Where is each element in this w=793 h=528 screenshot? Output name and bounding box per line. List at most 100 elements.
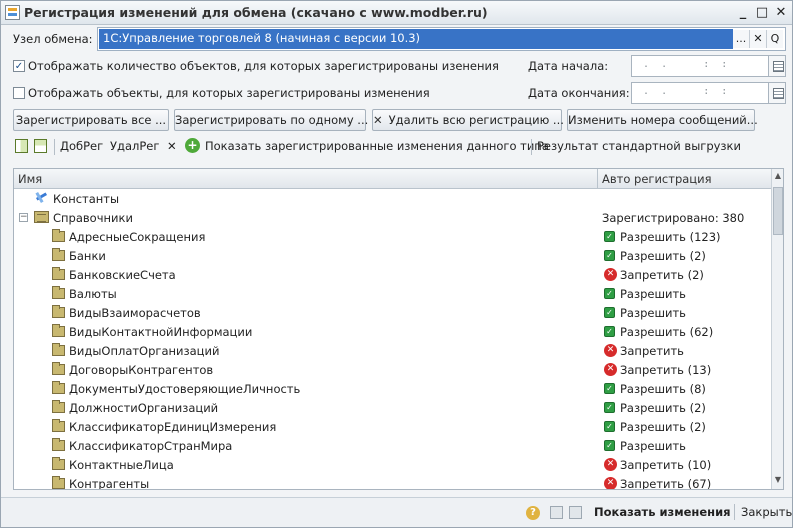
catalog-row[interactable]: БанковскиеСчета ✕ Запретить (2) bbox=[14, 266, 771, 285]
vertical-scrollbar[interactable]: ▲ ▼ bbox=[771, 169, 783, 489]
show-objects-checkbox[interactable] bbox=[13, 87, 25, 99]
print-icon[interactable] bbox=[550, 506, 563, 519]
catalog-row[interactable]: ВидыОплатОрганизаций ✕ Запретить bbox=[14, 342, 771, 361]
folder-icon bbox=[52, 438, 65, 451]
title-bar: Регистрация изменений для обмена (скачан… bbox=[1, 1, 792, 25]
calendar-icon-start[interactable] bbox=[768, 55, 786, 77]
show-count-checkbox[interactable]: ✓ bbox=[13, 60, 25, 72]
catalog-name: КлассификаторСтранМира bbox=[69, 439, 233, 453]
constants-row[interactable]: Константы bbox=[14, 190, 771, 209]
scroll-thumb[interactable] bbox=[773, 187, 783, 235]
folder-icon bbox=[52, 476, 65, 489]
auto-registration-value[interactable]: Разрешить (123) bbox=[620, 230, 721, 244]
collapse-icon[interactable]: − bbox=[19, 213, 28, 222]
catalog-row[interactable]: Валюты ✓ Разрешить bbox=[14, 285, 771, 304]
tree-expand-icon[interactable] bbox=[15, 139, 28, 153]
folder-icon bbox=[52, 267, 65, 280]
auto-registration-value[interactable]: Запретить (2) bbox=[620, 268, 704, 282]
allow-check-icon: ✓ bbox=[604, 402, 615, 413]
tree-collapse-icon[interactable] bbox=[34, 139, 47, 153]
scroll-up-icon[interactable]: ▲ bbox=[772, 169, 783, 183]
minimize-button[interactable]: _ bbox=[735, 4, 751, 21]
toolbar-separator bbox=[531, 139, 532, 155]
folder-icon bbox=[52, 229, 65, 242]
date-start-label: Дата начала: bbox=[528, 59, 609, 73]
allow-check-icon: ✓ bbox=[604, 307, 615, 318]
catalog-row[interactable]: КлассификаторСтранМира ✓ Разрешить bbox=[14, 437, 771, 456]
auto-registration-value[interactable]: Разрешить bbox=[620, 439, 686, 453]
catalog-row[interactable]: ДоговорыКонтрагентов ✕ Запретить (13) bbox=[14, 361, 771, 380]
auto-registration-value[interactable]: Разрешить (8) bbox=[620, 382, 706, 396]
auto-registration-value[interactable]: Разрешить bbox=[620, 287, 686, 301]
catalog-name: Валюты bbox=[69, 287, 117, 301]
allow-check-icon: ✓ bbox=[604, 231, 615, 242]
column-name-header[interactable]: Имя bbox=[18, 172, 42, 186]
metadata-tree-grid[interactable]: Имя Авто регистрация Константы − Справоч… bbox=[13, 168, 784, 490]
node-label: Узел обмена: bbox=[13, 32, 93, 46]
catalogs-row[interactable]: − Справочники Зарегистрировано: 380 bbox=[14, 209, 771, 228]
allow-check-icon: ✓ bbox=[604, 250, 615, 261]
folder-icon bbox=[52, 286, 65, 299]
change-numbers-button[interactable]: Изменить номера сообщений... bbox=[567, 109, 758, 131]
auto-registration-value[interactable]: Запретить (10) bbox=[620, 458, 711, 472]
date-start-field[interactable]: . . : : bbox=[631, 55, 769, 77]
register-all-button[interactable]: Зарегистрировать все ... bbox=[13, 109, 169, 131]
scroll-down-icon[interactable]: ▼ bbox=[772, 473, 783, 487]
catalog-name: Банки bbox=[69, 249, 106, 263]
show-registered-button[interactable]: Показать зарегистрированные изменения да… bbox=[205, 139, 549, 153]
catalog-row[interactable]: ВидыКонтактнойИнформации ✓ Разрешить (62) bbox=[14, 323, 771, 342]
auto-registration-value[interactable]: Разрешить (62) bbox=[620, 325, 713, 339]
node-value[interactable]: 1С:Управление торговлей 8 (начиная с вер… bbox=[99, 29, 733, 49]
column-auto-header[interactable]: Авто регистрация bbox=[602, 172, 712, 186]
delete-all-button[interactable]: ✕ Удалить всю регистрацию ... bbox=[372, 109, 564, 131]
catalog-row[interactable]: ДокументыУдостоверяющиеЛичность ✓ Разрешит… bbox=[14, 380, 771, 399]
register-one-button[interactable]: Зарегистрировать по одному ... bbox=[174, 109, 368, 131]
auto-registration-value[interactable]: Разрешить (2) bbox=[620, 420, 706, 434]
catalog-row[interactable]: АдресныеСокращения ✓ Разрешить (123) bbox=[14, 228, 771, 247]
folder-icon bbox=[52, 362, 65, 375]
auto-registration-value[interactable]: Запретить (67) bbox=[620, 477, 711, 489]
folder-icon bbox=[52, 343, 65, 356]
deny-cross-icon: ✕ bbox=[604, 268, 617, 281]
node-select-button[interactable]: ... bbox=[732, 30, 749, 48]
node-clear-icon[interactable]: ✕ bbox=[749, 30, 766, 48]
delete-all-label: Удалить всю регистрацию ... bbox=[388, 113, 564, 127]
auto-registration-value[interactable]: Запретить bbox=[620, 344, 684, 358]
column-divider[interactable] bbox=[597, 169, 598, 189]
folder-icon bbox=[52, 381, 65, 394]
maximize-button[interactable]: □ bbox=[754, 4, 770, 21]
std-export-button[interactable]: Результат стандартной выгрузки bbox=[537, 139, 741, 153]
auto-registration-value[interactable]: Разрешить (2) bbox=[620, 249, 706, 263]
auto-registration-value[interactable]: Разрешить (2) bbox=[620, 401, 706, 415]
catalogs-status: Зарегистрировано: 380 bbox=[602, 211, 745, 225]
auto-registration-value[interactable]: Запретить (13) bbox=[620, 363, 711, 377]
catalogs-icon bbox=[34, 211, 49, 223]
catalog-name: ДоговорыКонтрагентов bbox=[69, 363, 214, 377]
deny-cross-icon: ✕ bbox=[604, 477, 617, 489]
constants-icon bbox=[34, 191, 48, 205]
catalog-row[interactable]: КлассификаторЕдиницИзмерения ✓ Разрешить (… bbox=[14, 418, 771, 437]
date-end-label: Дата окончания: bbox=[528, 86, 630, 100]
show-changes-button[interactable]: Показать изменения bbox=[594, 505, 731, 519]
folder-icon bbox=[52, 457, 65, 470]
del-reg-button[interactable]: УдалРег bbox=[110, 139, 159, 153]
toolbar-delete-icon[interactable]: ✕ bbox=[167, 139, 177, 153]
add-reg-button[interactable]: ДобРег bbox=[60, 139, 103, 153]
calendar-icon-end[interactable] bbox=[768, 82, 786, 104]
catalog-row[interactable]: КонтактныеЛица ✕ Запретить (10) bbox=[14, 456, 771, 475]
node-open-icon[interactable]: Q bbox=[766, 30, 783, 48]
catalog-name: Контрагенты bbox=[69, 477, 150, 490]
close-button[interactable]: ✕ bbox=[773, 4, 789, 21]
close-form-button[interactable]: Закрыть bbox=[741, 505, 792, 519]
add-circle-icon[interactable]: + bbox=[185, 138, 200, 153]
catalog-row[interactable]: Контрагенты ✕ Запретить (67) bbox=[14, 475, 771, 490]
edit-icon[interactable] bbox=[569, 506, 582, 519]
help-icon[interactable]: ? bbox=[526, 506, 540, 520]
catalog-row[interactable]: ДолжностиОрганизаций ✓ Разрешить (2) bbox=[14, 399, 771, 418]
allow-check-icon: ✓ bbox=[604, 288, 615, 299]
allow-check-icon: ✓ bbox=[604, 421, 615, 432]
auto-registration-value[interactable]: Разрешить bbox=[620, 306, 686, 320]
catalog-row[interactable]: ВидыВзаиморасчетов ✓ Разрешить bbox=[14, 304, 771, 323]
date-end-field[interactable]: . . : : bbox=[631, 82, 769, 104]
catalog-row[interactable]: Банки ✓ Разрешить (2) bbox=[14, 247, 771, 266]
